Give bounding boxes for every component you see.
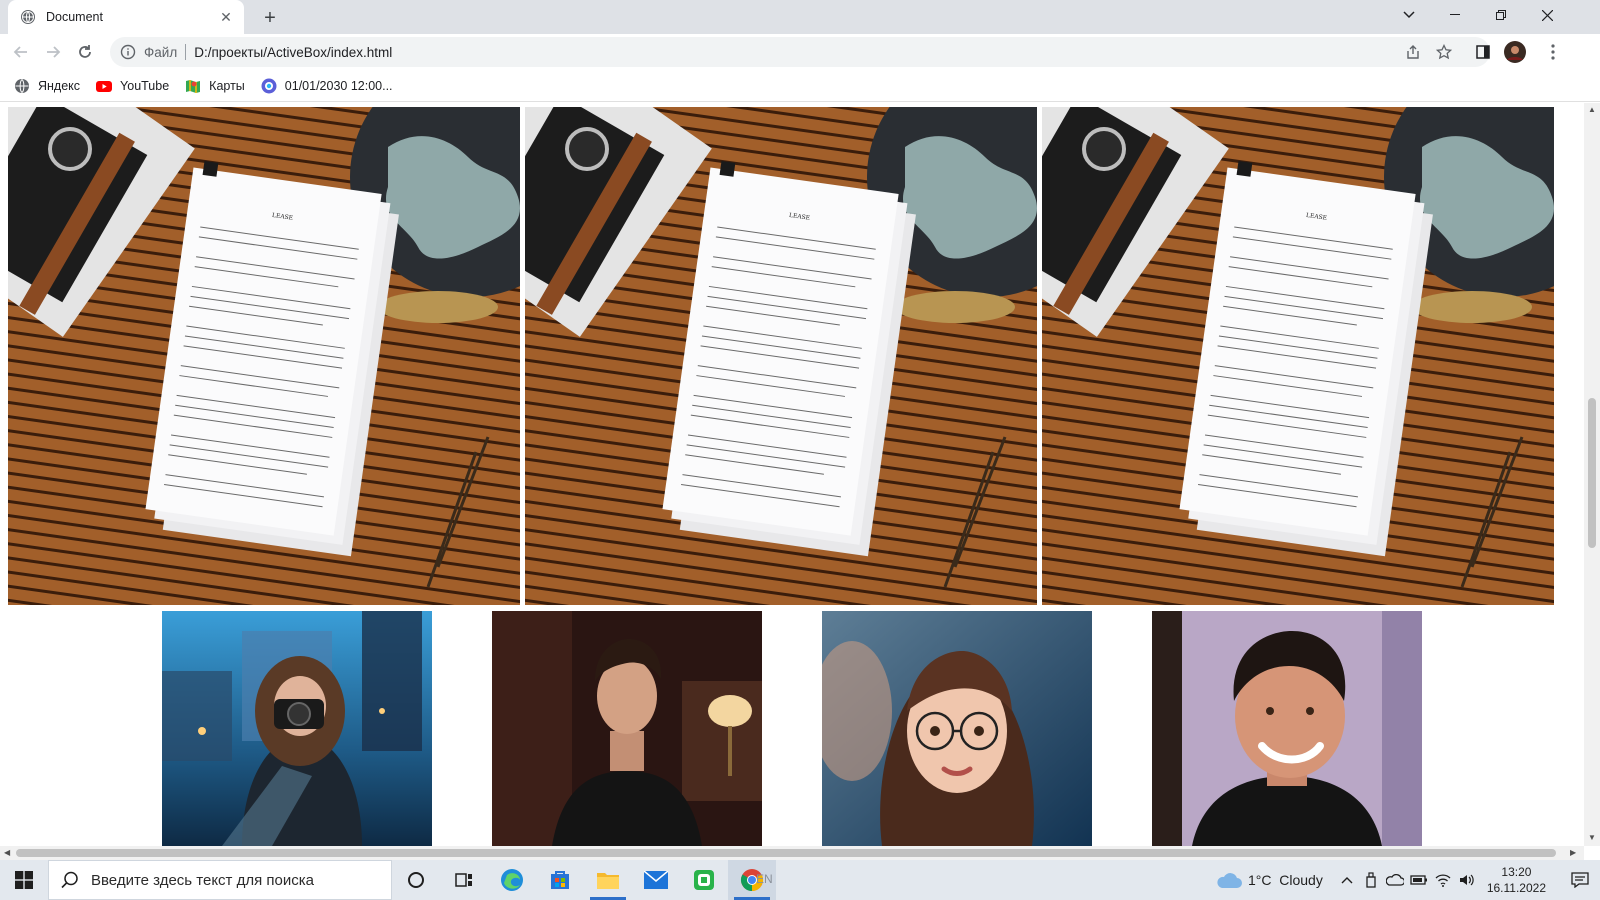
cloud-icon [1217, 873, 1242, 888]
minimize-button[interactable] [1432, 0, 1478, 30]
bookmark-label: YouTube [120, 78, 170, 93]
maps-icon [185, 78, 201, 94]
green-app-icon[interactable] [680, 860, 728, 900]
vertical-scrollbar[interactable]: ▲ ▼ [1584, 103, 1600, 846]
back-button[interactable] [6, 37, 36, 67]
reload-button[interactable] [70, 37, 100, 67]
bookmark-yandex[interactable]: Яндекс [14, 78, 80, 94]
task-view-button[interactable] [392, 860, 440, 900]
address-bar[interactable]: Файл D:/проекты/ActiveBox/index.html [110, 37, 1490, 67]
clock-date: 16.11.2022 [1486, 881, 1546, 895]
scroll-right-icon[interactable]: ▶ [1570, 848, 1576, 857]
search-placeholder: Введите здесь текст для поиска [91, 871, 314, 889]
youtube-icon [96, 78, 113, 94]
back-arrow-icon [13, 46, 27, 58]
circle-app-icon [261, 78, 277, 94]
profile-avatar[interactable] [1500, 37, 1530, 67]
search-icon [61, 871, 78, 889]
onedrive-cloud-icon[interactable] [1383, 860, 1407, 900]
usb-device-icon[interactable] [1359, 860, 1383, 900]
taskbar-search-box[interactable]: Введите здесь текст для поиска [48, 860, 392, 900]
portrait-young-man [492, 611, 762, 846]
mail-icon[interactable] [632, 860, 680, 900]
bookmark-star-icon[interactable] [1429, 37, 1459, 67]
page-viewport: LEASE LEASE LEASE [0, 103, 1584, 846]
windows-taskbar: Введите здесь текст для поиска EN 1°C Cl… [0, 860, 1600, 900]
wifi-icon[interactable] [1431, 860, 1455, 900]
scroll-left-icon[interactable]: ◀ [4, 848, 10, 857]
side-panel-icon[interactable] [1468, 37, 1498, 67]
url-text[interactable]: D:/проекты/ActiveBox/index.html [194, 45, 392, 60]
portrait-woman-camera [162, 611, 432, 846]
info-icon[interactable] [120, 44, 136, 60]
bookmark-youtube[interactable]: YouTube [96, 78, 169, 94]
browser-toolbar: Файл D:/проекты/ActiveBox/index.html [0, 34, 1600, 70]
more-menu-icon[interactable] [1538, 37, 1568, 67]
weather-text: 1°C Cloudy [1247, 872, 1323, 888]
battery-icon[interactable] [1407, 860, 1431, 900]
edge-icon[interactable] [488, 860, 536, 900]
task-view-icon[interactable] [440, 860, 488, 900]
bookmark-label: 01/01/2030 12:00... [284, 78, 393, 93]
globe-icon [20, 9, 36, 25]
tab-strip: Document ✕ + [0, 0, 1600, 34]
close-window-button[interactable] [1524, 0, 1570, 30]
tab-document[interactable]: Document ✕ [8, 0, 244, 34]
system-clock[interactable]: 13:20 16.11.2022 [1487, 864, 1546, 896]
reload-icon [79, 45, 91, 58]
scroll-down-icon[interactable]: ▼ [1588, 833, 1596, 842]
tab-title: Document [46, 10, 103, 24]
bookmark-label: Яндекс [38, 78, 81, 93]
horizontal-scroll-thumb[interactable] [16, 849, 1556, 857]
url-scheme-label: Файл [144, 44, 178, 60]
lease-document-image: LEASE [1042, 107, 1554, 605]
forward-button[interactable] [38, 37, 68, 67]
close-tab-icon[interactable]: ✕ [218, 9, 234, 25]
portrait-smiling-man [1152, 611, 1422, 846]
share-icon[interactable] [1398, 37, 1428, 67]
vertical-scroll-thumb[interactable] [1588, 398, 1596, 548]
weather-widget[interactable]: 1°C Cloudy [1216, 871, 1323, 889]
divider [185, 44, 187, 60]
bookmarks-bar: Яндекс YouTube Карты 01/01/2030 12:00... [0, 70, 1600, 102]
new-tab-button[interactable]: + [258, 6, 282, 30]
start-button[interactable] [0, 860, 48, 900]
portrait-cartoon-woman [822, 611, 1092, 846]
horizontal-scrollbar[interactable]: ◀ ▶ [0, 846, 1584, 860]
lease-document-image: LEASE [525, 107, 1037, 605]
bookmark-maps[interactable]: Карты [185, 78, 245, 94]
clock-time: 13:20 [1501, 865, 1532, 879]
scroll-up-icon[interactable]: ▲ [1588, 105, 1596, 114]
system-tray: EN 1°C Cloudy 13:20 16.11.2022 [756, 860, 1600, 900]
file-explorer-icon[interactable] [584, 860, 632, 900]
tab-search-icon[interactable] [1386, 0, 1432, 30]
chevron-up-icon[interactable] [1335, 860, 1359, 900]
volume-icon[interactable] [1455, 860, 1479, 900]
windows-logo-icon [15, 871, 33, 889]
restore-button[interactable] [1478, 0, 1524, 30]
globe-icon [14, 78, 30, 94]
forward-arrow-icon [47, 46, 61, 58]
notifications-icon[interactable] [1560, 860, 1600, 900]
lease-document-image: LEASE [8, 107, 520, 605]
bookmark-label: Карты [209, 78, 245, 93]
bookmark-date[interactable]: 01/01/2030 12:00... [261, 78, 393, 94]
cortana-circle-icon [408, 872, 424, 888]
store-icon[interactable] [536, 860, 584, 900]
language-indicator[interactable]: EN [756, 872, 773, 886]
